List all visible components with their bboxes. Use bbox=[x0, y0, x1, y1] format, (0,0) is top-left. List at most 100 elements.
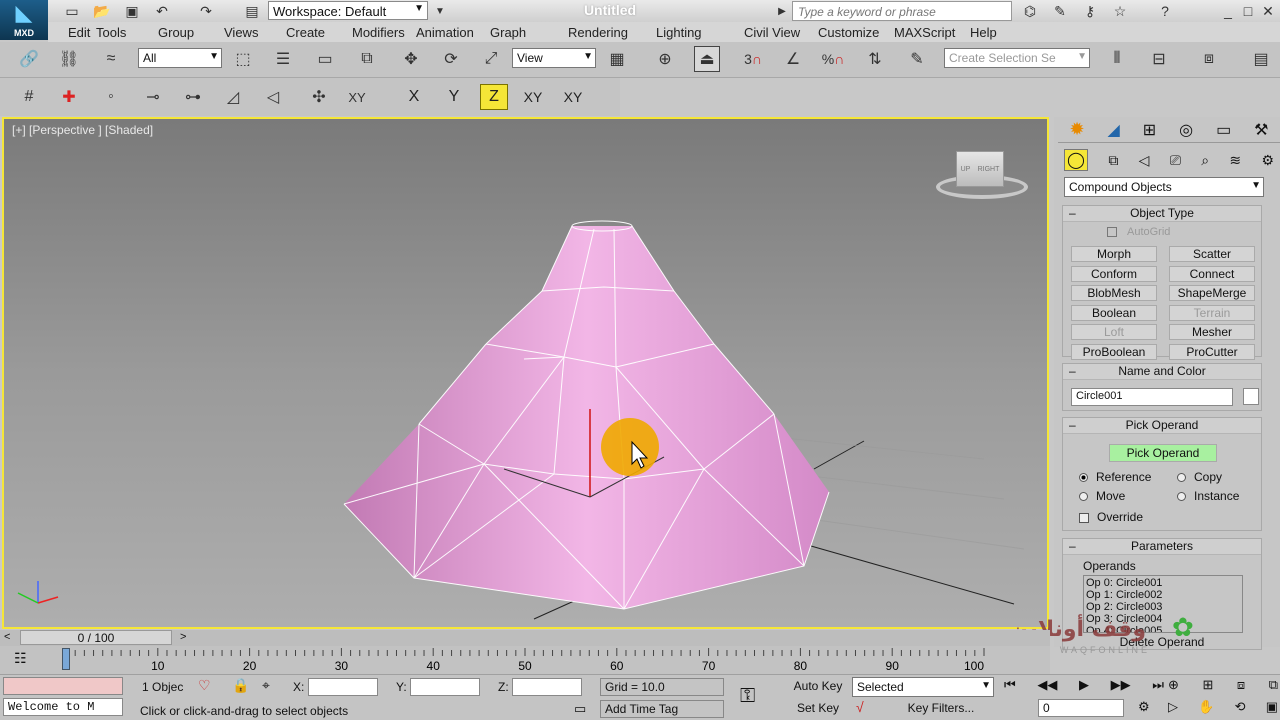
search-input[interactable]: Type a keyword or phrase bbox=[792, 1, 1012, 21]
project-folder-icon[interactable]: ▤ bbox=[242, 2, 262, 20]
operand-list-item[interactable]: Op 0: Circle001 bbox=[1086, 577, 1240, 589]
menu-item-rendering[interactable]: Rendering bbox=[568, 22, 656, 42]
name-color-header[interactable]: – Name and Color bbox=[1063, 364, 1261, 380]
object-color-swatch[interactable] bbox=[1243, 388, 1259, 405]
object-type-conform-button[interactable]: Conform bbox=[1071, 265, 1157, 282]
maximize-icon[interactable]: □ bbox=[1238, 2, 1258, 20]
pan-icon[interactable]: ✋ bbox=[1198, 699, 1214, 715]
auto-key-button[interactable]: Auto Key bbox=[788, 679, 848, 693]
axis-xy-button[interactable]: XY bbox=[518, 84, 548, 110]
select-by-name-icon[interactable]: ☰ bbox=[270, 46, 296, 72]
snap-edge-icon[interactable]: ⊶ bbox=[180, 84, 206, 110]
go-to-end-icon[interactable]: ⏭ bbox=[1152, 677, 1164, 693]
snap-midpoint-icon[interactable]: ⊸ bbox=[140, 84, 166, 110]
cameras-icon[interactable]: ⎚ bbox=[1170, 152, 1181, 169]
set-key-button[interactable]: Set Key bbox=[788, 701, 848, 715]
save-icon[interactable]: ▣ bbox=[122, 2, 142, 20]
key-selection-dropdown[interactable]: Selected bbox=[852, 677, 994, 697]
minimize-icon[interactable]: _ bbox=[1218, 2, 1238, 20]
previous-frame-icon[interactable]: ◀◀ bbox=[1037, 677, 1057, 693]
menu-item-views[interactable]: Views bbox=[224, 22, 286, 42]
zoom-extents-all-icon[interactable]: ⧉ bbox=[1269, 677, 1278, 693]
x-coord-input[interactable] bbox=[308, 678, 378, 696]
time-tag-icon[interactable]: ▭ bbox=[574, 701, 586, 717]
spinner-snap-icon[interactable]: ⇅ bbox=[862, 46, 888, 72]
snap-toggle-icon[interactable]: 3 ∩ bbox=[740, 46, 766, 72]
unlink-icon[interactable]: ⛓ bbox=[56, 46, 82, 72]
named-selection-set-dropdown[interactable]: Create Selection Se bbox=[944, 48, 1090, 68]
operand-list-item[interactable]: Op 1: Circle002 bbox=[1086, 589, 1240, 601]
utilities-tab-icon[interactable]: ⚒ bbox=[1254, 120, 1268, 140]
orbit-icon[interactable]: ⟲ bbox=[1235, 699, 1246, 715]
key-filters-button[interactable]: Key Filters... bbox=[888, 701, 994, 715]
maximize-viewport-icon[interactable]: ▣ bbox=[1266, 699, 1278, 715]
viewcube-box[interactable]: UP RIGHT bbox=[956, 151, 1004, 187]
select-object-icon[interactable]: ⬚ bbox=[230, 46, 256, 72]
reference-coord-dropdown[interactable]: View bbox=[512, 48, 596, 68]
favorite-star-icon[interactable]: ☆ bbox=[1110, 2, 1130, 20]
object-type-connect-button[interactable]: Connect bbox=[1169, 265, 1255, 282]
current-frame-input[interactable]: 0 bbox=[1038, 699, 1124, 717]
parameters-header[interactable]: – Parameters bbox=[1063, 539, 1261, 555]
binoculars-icon[interactable]: ⌬ bbox=[1020, 2, 1040, 20]
geometry-icon[interactable]: ◯ bbox=[1064, 149, 1088, 171]
snap-face-icon[interactable]: ◿ bbox=[220, 84, 246, 110]
scale-icon[interactable]: ⤢ bbox=[478, 46, 504, 72]
current-frame-marker[interactable] bbox=[62, 648, 70, 670]
move-icon[interactable]: ✥ bbox=[398, 46, 424, 72]
helpers-icon[interactable]: ⌕ bbox=[1201, 152, 1209, 169]
menu-item-animation[interactable]: Animation bbox=[416, 22, 490, 42]
key-icon[interactable]: ⚷ bbox=[1080, 2, 1100, 20]
redo-icon[interactable]: ↷ bbox=[196, 2, 216, 20]
snap-tangent-icon[interactable]: ◁ bbox=[260, 84, 286, 110]
zoom-extents-icon[interactable]: ⧈ bbox=[1237, 677, 1245, 693]
isolate-selection-icon[interactable]: ♡ bbox=[198, 677, 211, 694]
snap-pivot-icon[interactable]: ✣ bbox=[306, 84, 332, 110]
radio-reference[interactable]: Reference bbox=[1079, 470, 1151, 484]
selection-lock-icon[interactable]: 🔒 bbox=[232, 677, 249, 694]
object-category-dropdown[interactable]: Compound Objects bbox=[1064, 177, 1264, 197]
snap-xy-icon[interactable]: XY bbox=[344, 84, 370, 110]
workspace-menu-icon[interactable]: ▼ bbox=[430, 2, 450, 20]
axis-x-button[interactable]: X bbox=[402, 84, 426, 110]
object-type-blobmesh-button[interactable]: BlobMesh bbox=[1071, 285, 1157, 302]
menu-item-civil-view[interactable]: Civil View bbox=[744, 22, 818, 42]
menu-item-graph-editors[interactable]: Graph Editors bbox=[490, 22, 568, 55]
set-key-mode-icon[interactable]: ⚿ bbox=[740, 685, 755, 708]
time-slider[interactable]: < 0 / 100 > bbox=[0, 630, 1050, 646]
spacewarps-icon[interactable]: ≋ bbox=[1229, 152, 1241, 169]
play-icon[interactable]: ▶ bbox=[1079, 677, 1089, 693]
keyboard-shortcut-override-icon[interactable]: ⏏ bbox=[694, 46, 720, 72]
object-type-shapemerge-button[interactable]: ShapeMerge bbox=[1169, 285, 1255, 302]
object-type-mesher-button[interactable]: Mesher bbox=[1169, 324, 1255, 341]
axis-xy-cycle-button[interactable]: XY bbox=[558, 84, 588, 110]
create-tab-icon[interactable]: ✹ bbox=[1069, 119, 1084, 140]
pick-operand-header[interactable]: – Pick Operand bbox=[1063, 418, 1261, 434]
layer-manager-icon[interactable]: ⧈ bbox=[1196, 46, 1222, 72]
new-file-icon[interactable]: ▭ bbox=[62, 2, 82, 20]
shapes-icon[interactable]: ⧉ bbox=[1108, 152, 1118, 169]
y-coord-input[interactable] bbox=[410, 678, 480, 696]
radio-copy[interactable]: Copy bbox=[1177, 470, 1222, 484]
percent-snap-icon[interactable]: % ∩ bbox=[820, 46, 846, 72]
operand-list-item[interactable]: Op 2: Circle003 bbox=[1086, 601, 1240, 613]
object-type-morph-button[interactable]: Morph bbox=[1071, 246, 1157, 262]
object-name-input[interactable]: Circle001 bbox=[1071, 388, 1233, 406]
time-slider-prev-icon[interactable]: < bbox=[4, 631, 10, 643]
workspace-dropdown[interactable]: Workspace: Default ▼ bbox=[268, 1, 428, 20]
menu-item-tools[interactable]: Tools bbox=[96, 22, 158, 42]
edit-named-selection-icon[interactable]: ✎ bbox=[904, 46, 930, 72]
pick-operand-button[interactable]: Pick Operand bbox=[1109, 444, 1217, 462]
axis-y-button[interactable]: Y bbox=[442, 84, 466, 110]
help-icon[interactable]: ? bbox=[1155, 2, 1175, 20]
object-type-procutter-button[interactable]: ProCutter bbox=[1169, 344, 1255, 360]
play-arrow-icon[interactable]: ▶ bbox=[772, 2, 792, 20]
align-icon[interactable]: ⊟ bbox=[1146, 46, 1172, 72]
menu-item-maxscript[interactable]: MAXScript bbox=[894, 22, 970, 42]
bind-spacewarp-icon[interactable]: ≈ bbox=[98, 46, 124, 72]
track-bar[interactable]: ☷ 10 20 30 40 50 60 70 80 90 100 bbox=[0, 646, 1050, 674]
mini-curve-editor-icon[interactable]: ☷ bbox=[14, 650, 27, 667]
time-slider-thumb[interactable]: 0 / 100 bbox=[20, 630, 172, 645]
axis-z-button[interactable]: Z bbox=[480, 84, 508, 110]
systems-icon[interactable]: ⚙ bbox=[1261, 152, 1274, 169]
